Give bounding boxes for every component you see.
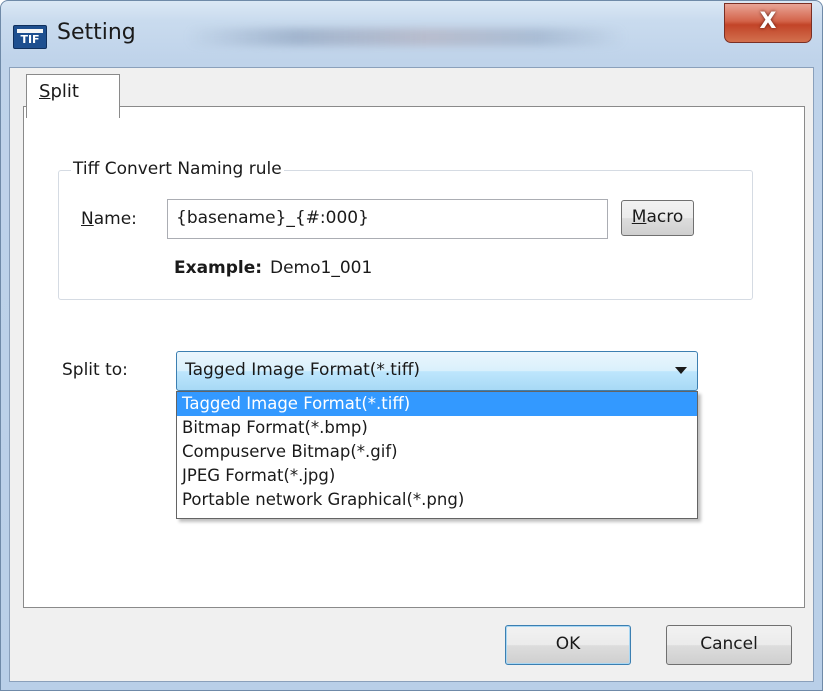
example-value: Demo1_001 [270,258,373,278]
split-format-select[interactable]: Tagged Image Format(*.tiff) [176,351,698,391]
tab-split[interactable]: Split [26,74,120,118]
name-label: Name: [81,209,137,229]
name-label-text: ame: [93,209,137,229]
ok-button[interactable]: OK [505,625,631,665]
name-label-mnemonic: N [81,209,94,229]
close-icon: X [759,9,777,34]
tif-file-icon: TIF [13,25,47,49]
dialog-client-area: Split Tiff Convert Naming rule Name: {ba… [9,67,814,682]
dropdown-option-bmp[interactable]: Bitmap Format(*.bmp) [177,416,697,440]
setting-dialog: TIF Setting X Split Tiff Convert Naming … [0,0,823,691]
tab-split-label: plit [50,81,79,102]
window-title: Setting [57,20,136,45]
naming-rule-legend: Tiff Convert Naming rule [71,159,284,179]
split-format-selected-value: Tagged Image Format(*.tiff) [185,360,421,380]
macro-mnemonic: M [631,207,647,227]
chevron-down-icon[interactable] [675,367,687,374]
close-button[interactable]: X [724,3,812,43]
cancel-button[interactable]: Cancel [666,625,792,665]
tab-split-mnemonic: S [39,81,51,102]
dropdown-option-jpg[interactable]: JPEG Format(*.jpg) [177,464,697,488]
dropdown-option-gif[interactable]: Compuserve Bitmap(*.gif) [177,440,697,464]
example-label: Example: [174,258,263,278]
dropdown-option-tiff[interactable]: Tagged Image Format(*.tiff) [177,392,697,416]
title-bar[interactable]: TIF Setting X [1,1,822,67]
macro-button-label: acro [646,207,684,227]
split-to-label: Split to: [62,360,128,380]
split-format-dropdown-list: Tagged Image Format(*.tiff) Bitmap Forma… [176,391,698,519]
name-input[interactable]: {basename}_{#:000} [167,199,608,239]
macro-button[interactable]: Macro [621,200,694,236]
blurred-file-path [186,28,626,46]
dropdown-option-png[interactable]: Portable network Graphical(*.png) [177,488,697,512]
